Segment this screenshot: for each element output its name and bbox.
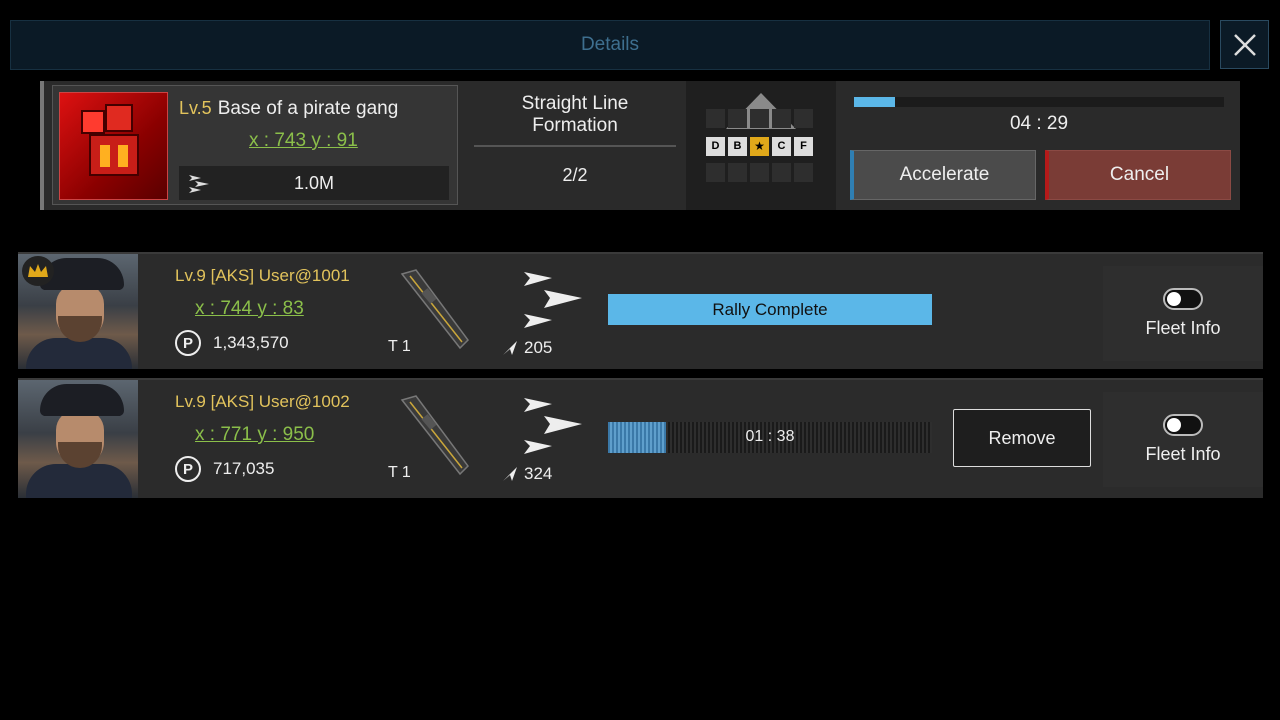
- grid-slot-c: C: [772, 137, 791, 156]
- member-coordinates-link[interactable]: x : 771 y : 950: [195, 424, 314, 446]
- formation-grid: D B ★ C F: [686, 81, 836, 210]
- member-troops-value: 205: [524, 338, 553, 357]
- grid-slot-d: D: [706, 137, 725, 156]
- target-power-box: 1.0M: [179, 166, 449, 200]
- cancel-button[interactable]: Cancel: [1045, 150, 1231, 200]
- grid-cell: [772, 109, 791, 128]
- member-row: Lv.9 [AKS] User@1001 x : 744 y : 83 P 1,…: [18, 252, 1263, 369]
- formation-name-line2: Formation: [532, 115, 618, 136]
- fleet-info-label: Fleet Info: [1145, 318, 1221, 338]
- ship-tier: T 1: [388, 464, 411, 481]
- grid-slot-b: B: [728, 137, 747, 156]
- member-troops-value: 324: [524, 464, 553, 483]
- troop-arrow-icon: [503, 341, 517, 355]
- grid-cell: [750, 109, 769, 128]
- grid-cell: [728, 109, 747, 128]
- formation-divider: [474, 145, 676, 147]
- target-card: Lv.5 Base of a pirate gang x : 743 y : 91…: [52, 85, 458, 205]
- avatar[interactable]: [18, 254, 138, 369]
- target-coordinates-link[interactable]: x : 743 y : 91: [249, 130, 358, 152]
- member-coordinates-link[interactable]: x : 744 y : 83: [195, 298, 304, 320]
- rally-target-panel: Lv.5 Base of a pirate gang x : 743 y : 91…: [40, 81, 1240, 210]
- rally-timer: 04 : 29: [1009, 113, 1069, 134]
- member-power-value: 717,035: [213, 459, 275, 478]
- toggle-switch[interactable]: [1163, 414, 1203, 436]
- rally-progress-bar: [854, 97, 1224, 107]
- troop-arrow-icon: [503, 467, 517, 481]
- march-timer: 01 : 38: [745, 428, 795, 445]
- fleet-info-toggle[interactable]: Fleet Info: [1103, 266, 1263, 361]
- ship-arrows-icon: [524, 272, 582, 328]
- grid-cell: [706, 163, 725, 182]
- grid-cell: [794, 163, 813, 182]
- toggle-switch[interactable]: [1163, 288, 1203, 310]
- grid-slot-f: F: [794, 137, 813, 156]
- ship-tier: T 1: [388, 338, 411, 355]
- member-name: Lv.9 [AKS] User@1002: [175, 392, 350, 411]
- avatar[interactable]: [18, 380, 138, 498]
- fleet-info-toggle[interactable]: Fleet Info: [1103, 392, 1263, 487]
- crown-icon: [22, 256, 54, 286]
- target-level: Lv.5: [179, 98, 212, 118]
- target-title: Lv.5 Base of a pirate gang: [179, 98, 398, 120]
- member-power-value: 1,343,570: [213, 333, 289, 352]
- target-name: Base of a pirate gang: [217, 98, 399, 119]
- grid-slot-leader: ★: [750, 137, 769, 156]
- formation-name-line1: Straight Line: [521, 93, 629, 114]
- grid-cell: [750, 163, 769, 182]
- page-title: Details: [580, 34, 640, 55]
- member-row: Lv.9 [AKS] User@1002 x : 771 y : 950 P 7…: [18, 378, 1263, 498]
- ship-arrows-icon: [524, 398, 582, 454]
- fleet-info-label: Fleet Info: [1145, 444, 1221, 464]
- grid-cell: [728, 163, 747, 182]
- member-name: Lv.9 [AKS] User@1001: [175, 266, 350, 285]
- close-button[interactable]: [1220, 20, 1269, 69]
- member-troops: 205: [502, 338, 552, 358]
- formation-count: 2/2: [562, 165, 588, 185]
- pirate-base-image: [59, 92, 168, 200]
- grid-cell: [794, 109, 813, 128]
- member-power: P 1,343,570: [175, 330, 289, 356]
- details-header: Details: [10, 20, 1210, 70]
- power-icon: P: [175, 330, 201, 356]
- grid-cell: [706, 109, 725, 128]
- rally-progress-fill: [854, 97, 895, 107]
- target-power-value: 1.0M: [293, 172, 335, 193]
- march-progress-bar: 01 : 38: [608, 422, 932, 453]
- member-power: P 717,035: [175, 456, 274, 482]
- accelerate-button[interactable]: Accelerate: [850, 150, 1036, 200]
- remove-button[interactable]: Remove: [953, 409, 1091, 467]
- member-troops: 324: [502, 464, 552, 484]
- rally-complete-status: Rally Complete: [608, 294, 932, 325]
- close-icon: [1233, 33, 1256, 56]
- formation-info: Straight Line Formation 2/2: [474, 81, 676, 210]
- grid-cell: [772, 163, 791, 182]
- power-icon: P: [175, 456, 201, 482]
